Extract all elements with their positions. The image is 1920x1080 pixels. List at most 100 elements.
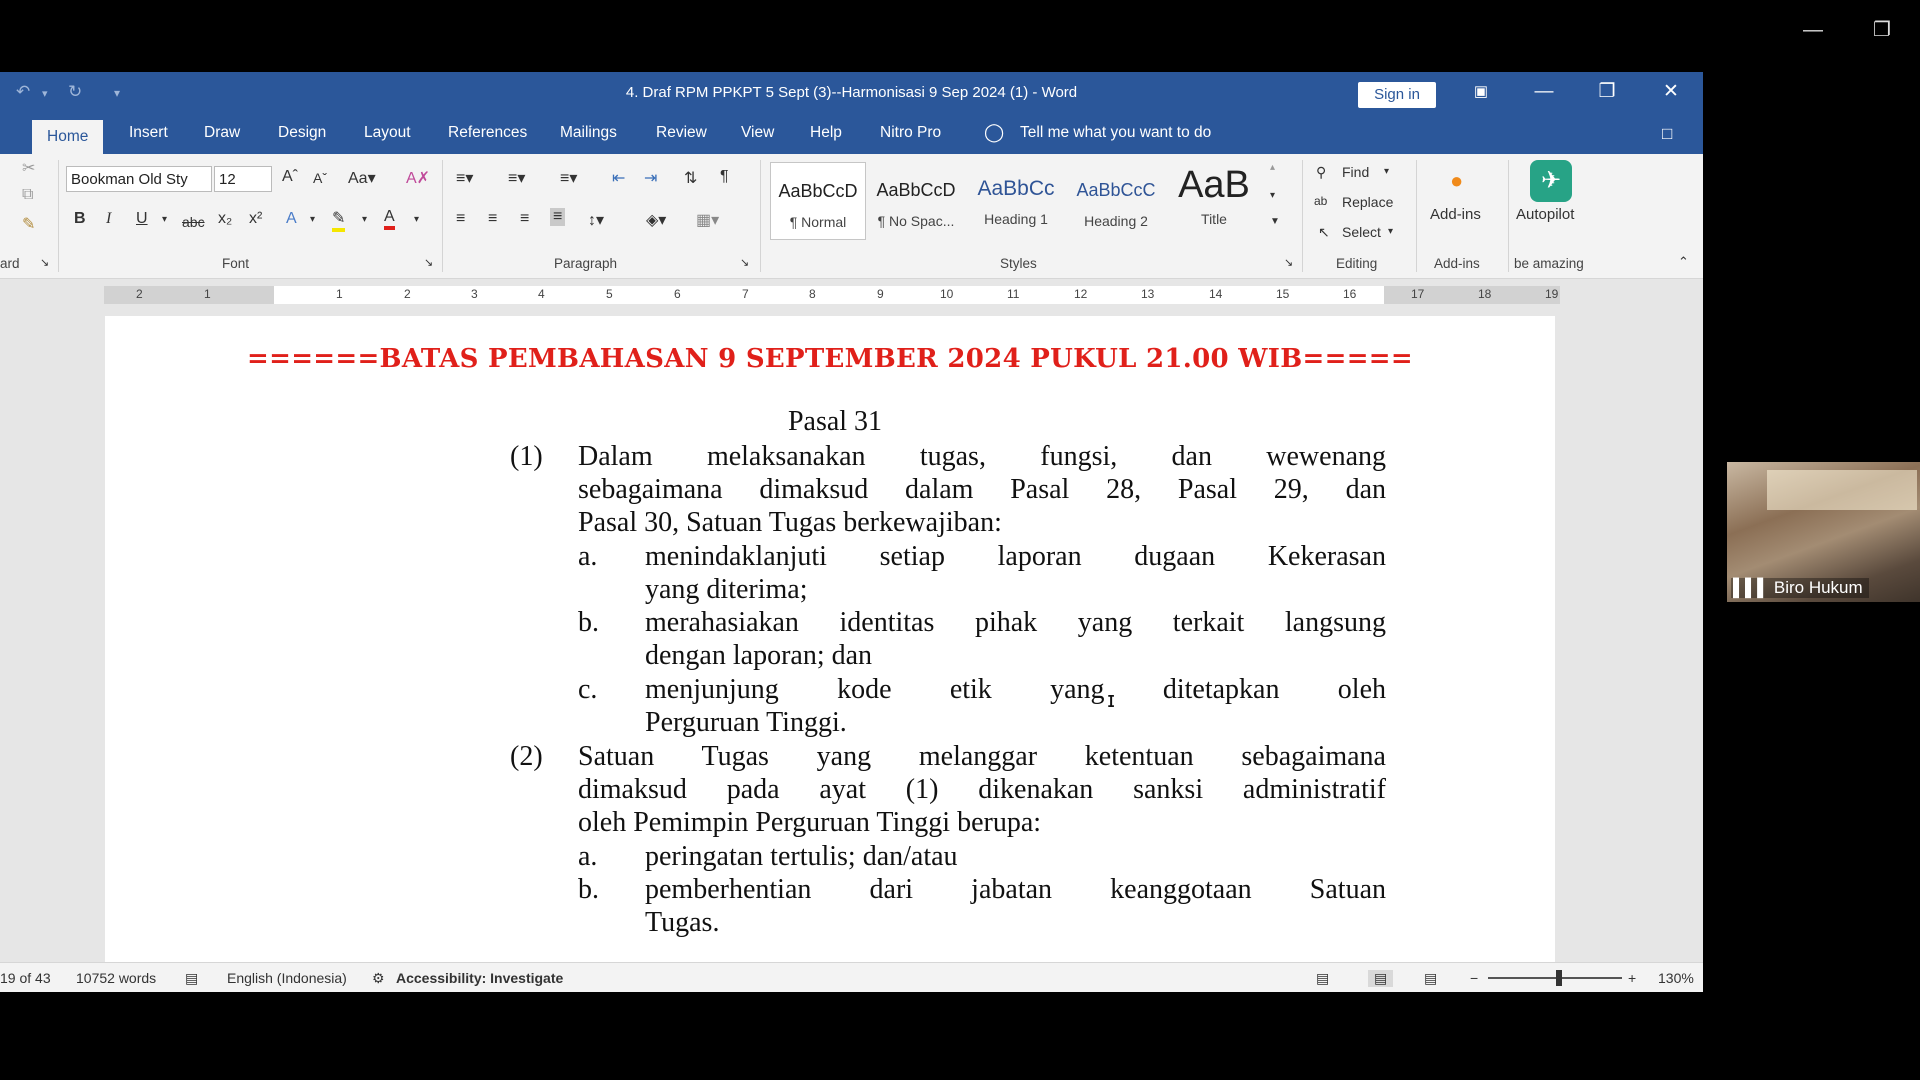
comments-icon[interactable]: □ xyxy=(1662,124,1672,144)
cut-icon[interactable]: ✂ xyxy=(22,158,35,178)
copy-icon[interactable]: ⧉ xyxy=(22,186,33,204)
grow-font-icon[interactable]: Aˆ xyxy=(282,168,298,186)
close-button[interactable]: ✕ xyxy=(1648,78,1694,106)
read-mode-icon[interactable]: ▤ xyxy=(1316,970,1329,987)
format-painter-icon[interactable]: ✎ xyxy=(22,214,35,234)
autopilot-button[interactable]: Autopilot xyxy=(1516,206,1574,223)
numbering-icon[interactable]: ≡▾ xyxy=(508,168,525,188)
language-indicator[interactable]: English (Indonesia) xyxy=(227,970,347,986)
styles-scroll-up-icon[interactable]: ▴ xyxy=(1270,162,1275,173)
minimize-button[interactable]: — xyxy=(1521,78,1567,106)
replace-icon[interactable]: ab xyxy=(1314,194,1327,208)
tab-references[interactable]: References xyxy=(448,124,527,142)
strikethrough-icon[interactable]: abc xyxy=(182,214,205,230)
tab-mailings[interactable]: Mailings xyxy=(560,124,617,142)
font-launcher-icon[interactable]: ↘ xyxy=(424,256,433,269)
font-name-combo[interactable]: Bookman Old Sty xyxy=(66,166,212,192)
justify-icon[interactable]: ≡ xyxy=(550,208,566,226)
styles-scroll-down-icon[interactable]: ▾ xyxy=(1270,190,1275,201)
styles-launcher-icon[interactable]: ↘ xyxy=(1284,256,1293,269)
tell-me-search[interactable]: Tell me what you want to do xyxy=(1020,124,1211,142)
sign-in-button[interactable]: Sign in xyxy=(1358,82,1436,108)
zoom-out-icon[interactable]: − xyxy=(1470,970,1478,986)
bullets-icon[interactable]: ≡▾ xyxy=(456,168,473,188)
group-label-styles: Styles xyxy=(1000,256,1037,271)
add-ins-icon[interactable]: ● xyxy=(1450,168,1463,194)
paragraph-launcher-icon[interactable]: ↘ xyxy=(740,256,749,269)
subscript-icon[interactable]: x₂ xyxy=(218,210,232,228)
select-dropdown-icon[interactable]: ▾ xyxy=(1388,226,1393,237)
multilevel-list-icon[interactable]: ≡▾ xyxy=(560,168,577,188)
replace-button[interactable]: Replace xyxy=(1342,194,1393,210)
tab-draw[interactable]: Draw xyxy=(204,124,240,142)
outer-minimize-button[interactable]: — xyxy=(1793,16,1833,44)
decrease-indent-icon[interactable]: ⇤ xyxy=(612,168,625,188)
shading-icon[interactable]: ◈▾ xyxy=(646,210,666,230)
text-effects-dropdown-icon[interactable]: ▾ xyxy=(310,214,315,225)
tab-view[interactable]: View xyxy=(741,124,774,142)
zoom-in-icon[interactable]: + xyxy=(1628,970,1636,986)
tab-nitro-pro[interactable]: Nitro Pro xyxy=(880,124,941,142)
print-layout-icon[interactable]: ▤ xyxy=(1368,970,1394,987)
word-count[interactable]: 10752 words xyxy=(76,970,156,986)
tab-design[interactable]: Design xyxy=(278,124,326,142)
sort-icon[interactable]: ⇅ xyxy=(684,168,697,188)
zoom-slider[interactable] xyxy=(1488,977,1622,979)
add-ins-button[interactable]: Add-ins xyxy=(1430,206,1481,223)
select-icon[interactable]: ↖ xyxy=(1318,224,1330,241)
document-page[interactable]: ======BATAS PEMBAHASAN 9 SEPTEMBER 2024 … xyxy=(105,316,1555,992)
italic-icon[interactable]: I xyxy=(106,210,111,228)
web-layout-icon[interactable]: ▤ xyxy=(1424,970,1437,987)
underline-dropdown-icon[interactable]: ▾ xyxy=(162,214,167,225)
borders-icon[interactable]: ▦▾ xyxy=(696,210,719,230)
find-icon[interactable]: ⚲ xyxy=(1316,164,1326,181)
zoom-level[interactable]: 130% xyxy=(1658,970,1694,986)
zoom-slider-thumb[interactable] xyxy=(1556,970,1562,986)
ribbon-display-options-icon[interactable]: ▣ xyxy=(1458,78,1504,106)
style-title[interactable]: AaB Title xyxy=(1166,162,1262,240)
list-letter: b. xyxy=(578,607,599,638)
align-center-icon[interactable]: ≡ xyxy=(488,210,497,228)
tab-review[interactable]: Review xyxy=(656,124,707,142)
proofing-icon[interactable]: ▤ xyxy=(185,970,198,987)
styles-more-icon[interactable]: ▼ xyxy=(1270,216,1280,227)
find-button[interactable]: Find xyxy=(1342,164,1369,180)
highlight-icon[interactable]: ✎ xyxy=(332,208,346,232)
clipboard-launcher-icon[interactable]: ↘ xyxy=(40,256,49,269)
font-size-combo[interactable]: 12 xyxy=(214,166,272,192)
underline-icon[interactable]: U xyxy=(136,210,148,228)
outer-restore-button[interactable]: ❐ xyxy=(1862,16,1902,44)
align-left-icon[interactable]: ≡ xyxy=(456,210,465,228)
participant-video-tile[interactable]: ▌▌▌ Biro Hukum xyxy=(1727,462,1920,602)
superscript-icon[interactable]: x² xyxy=(249,210,262,228)
show-formatting-icon[interactable]: ¶ xyxy=(720,168,729,186)
change-case-icon[interactable]: Aa▾ xyxy=(348,168,376,188)
tab-help[interactable]: Help xyxy=(810,124,842,142)
align-right-icon[interactable]: ≡ xyxy=(520,210,529,228)
collapse-ribbon-icon[interactable]: ⌃ xyxy=(1678,254,1689,270)
horizontal-ruler[interactable]: 2 1 1 2 3 4 5 6 7 8 9 10 11 12 13 14 15 … xyxy=(104,286,1560,304)
tab-layout[interactable]: Layout xyxy=(364,124,411,142)
tab-home[interactable]: Home xyxy=(32,120,104,154)
accessibility-status[interactable]: Accessibility: Investigate xyxy=(396,970,563,986)
font-color-dropdown-icon[interactable]: ▾ xyxy=(414,214,419,225)
select-button[interactable]: Select xyxy=(1342,224,1381,240)
shrink-font-icon[interactable]: Aˇ xyxy=(313,170,327,186)
increase-indent-icon[interactable]: ⇥ xyxy=(644,168,657,188)
highlight-dropdown-icon[interactable]: ▾ xyxy=(362,214,367,225)
font-color-icon[interactable]: A xyxy=(384,208,395,230)
bold-icon[interactable]: B xyxy=(74,210,86,228)
page-count[interactable]: 19 of 43 xyxy=(0,970,51,986)
autopilot-icon[interactable]: ✈ xyxy=(1530,160,1572,202)
style-no-spacing[interactable]: AaBbCcD ¶ No Spac... xyxy=(868,162,964,240)
style-heading-2[interactable]: AaBbCcC Heading 2 xyxy=(1068,162,1164,240)
line-spacing-icon[interactable]: ↕▾ xyxy=(588,210,604,230)
separator xyxy=(1302,160,1303,272)
restore-button[interactable]: ❐ xyxy=(1584,78,1630,106)
style-normal[interactable]: AaBbCcD ¶ Normal xyxy=(770,162,866,240)
clear-formatting-icon[interactable]: A✗ xyxy=(406,168,430,188)
tab-insert[interactable]: Insert xyxy=(129,124,168,142)
find-dropdown-icon[interactable]: ▾ xyxy=(1384,166,1389,177)
text-effects-icon[interactable]: A xyxy=(286,210,297,228)
style-heading-1[interactable]: AaBbCc Heading 1 xyxy=(968,162,1064,240)
